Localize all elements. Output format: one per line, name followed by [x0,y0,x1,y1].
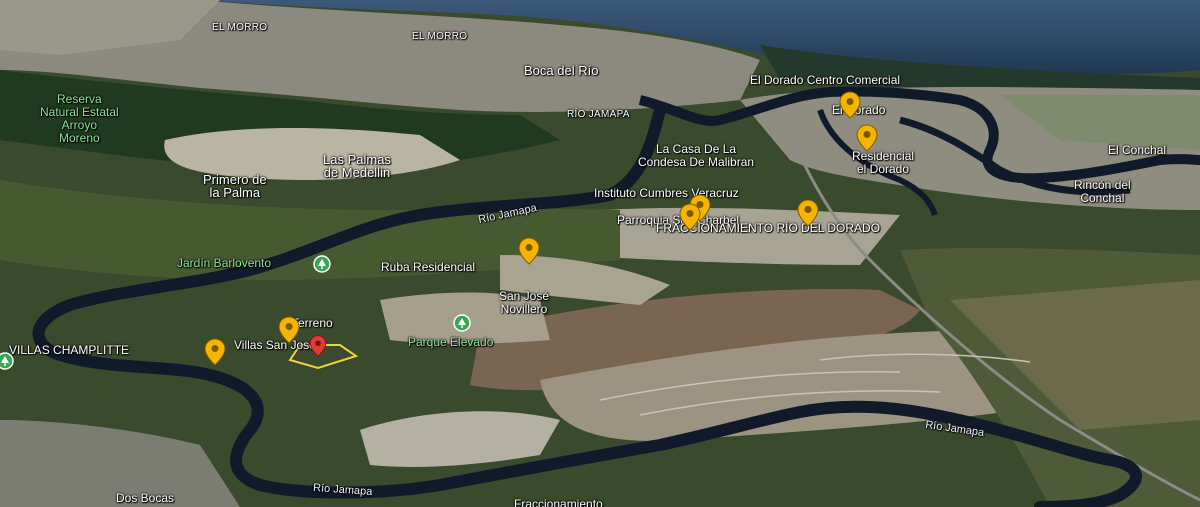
place-label-primero-palma[interactable]: Primero de la Palma [203,173,267,199]
map-view[interactable]: EL MORRO EL MORRO Boca del Río RÍO JAMAP… [0,0,1200,507]
place-label-ruba[interactable]: Ruba Residencial [381,261,475,274]
place-label-villas-champlitte[interactable]: VILLAS CHAMPLITTE [9,344,129,357]
place-label-instituto[interactable]: Instituto Cumbres Veracruz [594,187,739,200]
pin-icon[interactable] [518,237,540,265]
park-icon[interactable] [453,314,471,332]
place-label-villas-san-jose[interactable]: Villas San José [234,339,316,352]
place-label-jardin[interactable]: Jardín Barlovento [177,257,271,270]
place-label-rincon-conchal[interactable]: Rincón del Conchal [1074,179,1131,205]
satellite-imagery [0,0,1200,507]
park-icon[interactable] [0,352,14,370]
pin-icon[interactable] [679,203,701,231]
place-label-reserva[interactable]: Reserva Natural Estatal Arroyo Moreno [40,93,119,145]
place-label-fraccionamiento[interactable]: Fraccionamiento [514,498,603,507]
place-label-el-morro[interactable]: EL MORRO [212,21,267,34]
pin-icon[interactable] [856,124,878,152]
place-label-boca-del-rio[interactable]: Boca del Río [524,64,598,77]
park-icon[interactable] [313,255,331,273]
place-label-el-dorado-cc[interactable]: El Dorado Centro Comercial [750,74,900,87]
place-label-san-jose[interactable]: San José Novillero [499,290,549,316]
place-label-las-palmas[interactable]: Las Palmas de Medellin [323,153,391,179]
river-label-rio-jamapa-top[interactable]: RÍO JAMAPA [567,108,630,121]
pin-icon[interactable] [839,91,861,119]
place-label-dos-bocas[interactable]: Dos Bocas [116,492,174,505]
location-marker-icon[interactable] [309,335,327,357]
pin-icon[interactable] [204,338,226,366]
place-label-parque-elevado[interactable]: Parque Elevado [408,336,493,349]
place-label-el-conchal[interactable]: El Conchal [1108,144,1166,157]
pin-icon[interactable] [278,316,300,344]
place-label-casa-condesa[interactable]: La Casa De La Condesa De Malibran [638,143,754,169]
place-label-el-morro-2[interactable]: EL MORRO [412,30,467,43]
pin-icon[interactable] [797,199,819,227]
place-label-residencial-el-dorado[interactable]: Residencial el Dorado [852,150,914,176]
